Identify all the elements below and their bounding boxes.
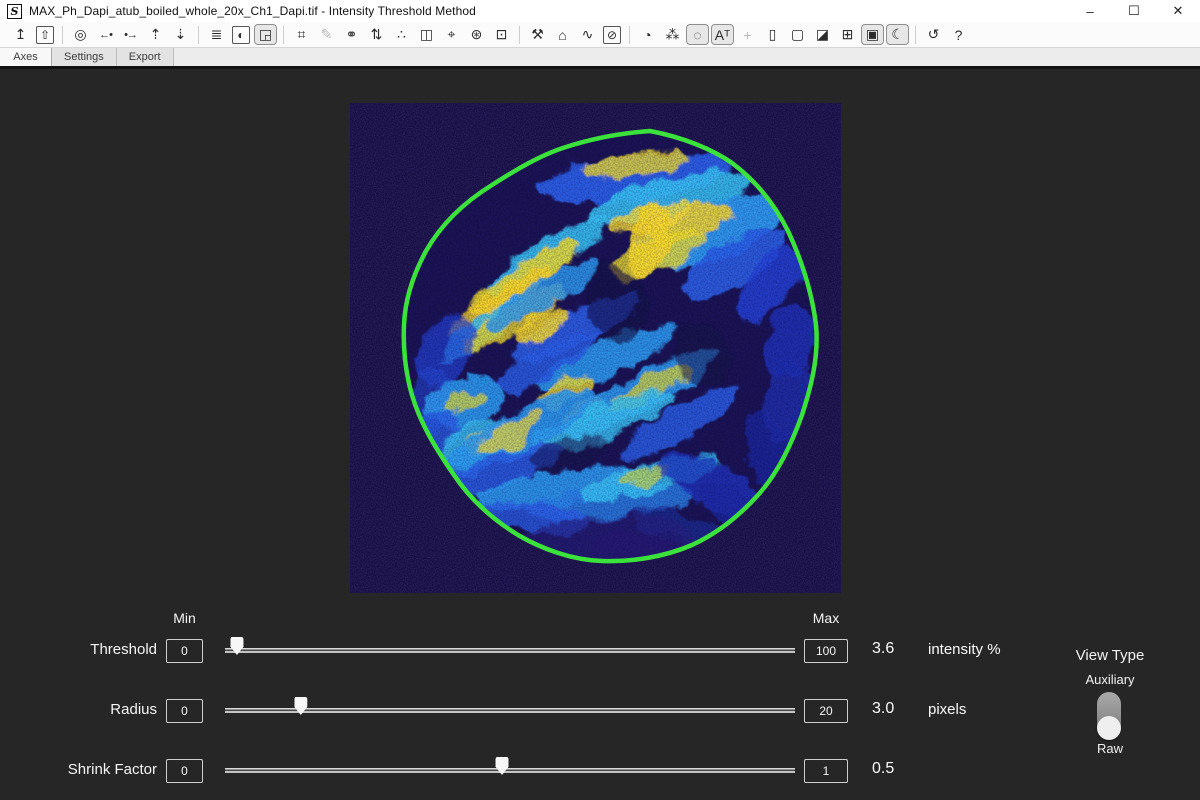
pan-down-icon[interactable]: ⇣	[169, 24, 192, 45]
text-style-icon[interactable]: Aᵀ	[711, 24, 734, 45]
threshold-min-input[interactable]	[166, 639, 203, 663]
next-view-icon[interactable]: •→	[119, 24, 142, 45]
view-type-toggle-knob[interactable]	[1097, 716, 1121, 740]
toolbar-separator	[629, 26, 630, 44]
radius-row: Radius 3.0 pixels	[0, 696, 1200, 726]
channels-icon[interactable]: ⁂	[661, 24, 684, 45]
toolbar-separator	[198, 26, 199, 44]
threshold-controls: Min Max Threshold 3.6 intensity % Radius…	[0, 72, 1200, 800]
overlay-circles-icon[interactable]: ⊛	[465, 24, 488, 45]
radius-label: Radius	[0, 701, 157, 718]
min-label: Min	[166, 610, 203, 626]
close-button[interactable]: ✕	[1156, 0, 1200, 22]
mask-outline-icon[interactable]: ⊡	[490, 24, 513, 45]
threshold-row: Threshold 3.6 intensity %	[0, 636, 1200, 666]
radius-value: 3.0	[872, 700, 922, 718]
tab-export[interactable]: Export	[117, 48, 174, 66]
shrink-factor-max-input[interactable]	[804, 759, 848, 783]
zoom-region-icon[interactable]: ⌖	[440, 24, 463, 45]
tab-strip: AxesSettingsExport	[0, 48, 1200, 69]
grid-icon[interactable]: ⊞	[836, 24, 859, 45]
panel-layout-icon[interactable]: ◲	[254, 24, 277, 45]
export-figure-icon[interactable]: ⇧	[36, 26, 54, 44]
link-icon[interactable]: ⚭	[340, 24, 363, 45]
window-title: MAX_Ph_Dapi_atub_boiled_whole_20x_Ch1_Da…	[29, 4, 476, 18]
main-content: Min Max Threshold 3.6 intensity % Radius…	[0, 72, 1200, 800]
view-type-toggle[interactable]	[1097, 692, 1121, 739]
threshold-slider-track[interactable]	[225, 648, 795, 653]
view-type-raw-label: Raw	[1040, 741, 1180, 756]
circle-slash-icon[interactable]: ⊘	[603, 26, 621, 44]
save-figure-icon[interactable]: ↥	[9, 24, 32, 45]
draw-pencil-icon: ✎	[315, 24, 338, 45]
radius-slider-track[interactable]	[225, 708, 795, 713]
toolbar: ↥⇧ ◎←••→⇡⇣ ≣◐◲ ⌗✎⚭⇅∴◫⌖⊛⊡ ⚒⌂∿⊘ ◔⁂◌Aᵀ+▯▢◪⊞▣☾ ↺?	[0, 22, 1200, 48]
toolbar-separator	[283, 26, 284, 44]
radius-max-input[interactable]	[804, 699, 848, 723]
adjust-tools-icon[interactable]: ⚒	[526, 24, 549, 45]
title-bar: S MAX_Ph_Dapi_atub_boiled_whole_20x_Ch1_…	[0, 0, 1200, 22]
help-icon[interactable]: ?	[947, 24, 970, 45]
shrink-factor-label: Shrink Factor	[0, 761, 157, 778]
shrink-factor-slider[interactable]	[225, 767, 795, 774]
maximize-button[interactable]: ☐	[1112, 0, 1156, 22]
palette-icon[interactable]: ◔	[636, 24, 659, 45]
waveform-icon[interactable]: ∿	[576, 24, 599, 45]
radius-unit: pixels	[928, 701, 966, 718]
selection-box-icon[interactable]: ▢	[786, 24, 809, 45]
scatter-points-icon[interactable]: ∴	[390, 24, 413, 45]
threshold-max-input[interactable]	[804, 639, 848, 663]
max-label: Max	[804, 610, 848, 626]
shrink-factor-value: 0.5	[872, 760, 922, 778]
split-view-icon[interactable]: ◫	[415, 24, 438, 45]
toolbar-separator	[519, 26, 520, 44]
shrink-factor-row: Shrink Factor 0.5	[0, 756, 1200, 786]
radius-slider[interactable]	[225, 707, 795, 714]
swap-axes-icon[interactable]: ⇅	[365, 24, 388, 45]
shrink-factor-min-input[interactable]	[166, 759, 203, 783]
reset-view-icon[interactable]: ↺	[922, 24, 945, 45]
layers-icon[interactable]: ≣	[205, 24, 228, 45]
dark-mode-icon[interactable]: ☾	[886, 24, 909, 45]
dashed-circle-roi-icon[interactable]: ◌	[686, 24, 709, 45]
pan-up-icon[interactable]: ⇡	[144, 24, 167, 45]
threshold-slider[interactable]	[225, 647, 795, 654]
image-icon[interactable]: ◪	[811, 24, 834, 45]
threshold-label: Threshold	[0, 641, 157, 658]
toolbar-separator	[915, 26, 916, 44]
toolbar-separator	[62, 26, 63, 44]
radius-min-input[interactable]	[166, 699, 203, 723]
ruler-icon[interactable]: ▯	[761, 24, 784, 45]
threshold-value: 3.6	[872, 640, 922, 658]
inset-box-icon[interactable]: ▣	[861, 24, 884, 45]
crop-icon[interactable]: ⌗	[290, 24, 313, 45]
threshold-unit: intensity %	[928, 641, 1001, 658]
explore-pan-icon[interactable]: ◎	[69, 24, 92, 45]
tab-settings[interactable]: Settings	[52, 48, 117, 66]
probe-tag-icon[interactable]: ⌂	[551, 24, 574, 45]
crosshair-icon: +	[736, 24, 759, 45]
tab-axes[interactable]: Axes	[0, 48, 52, 66]
shrink-factor-slider-track[interactable]	[225, 768, 795, 773]
previous-view-icon[interactable]: ←•	[94, 24, 117, 45]
contrast-icon[interactable]: ◐	[232, 26, 250, 44]
app-icon: S	[7, 4, 22, 19]
view-type-auxiliary-label: Auxiliary	[1040, 672, 1180, 687]
minimize-button[interactable]: –	[1068, 0, 1112, 22]
view-type-label: View Type	[1040, 647, 1180, 664]
